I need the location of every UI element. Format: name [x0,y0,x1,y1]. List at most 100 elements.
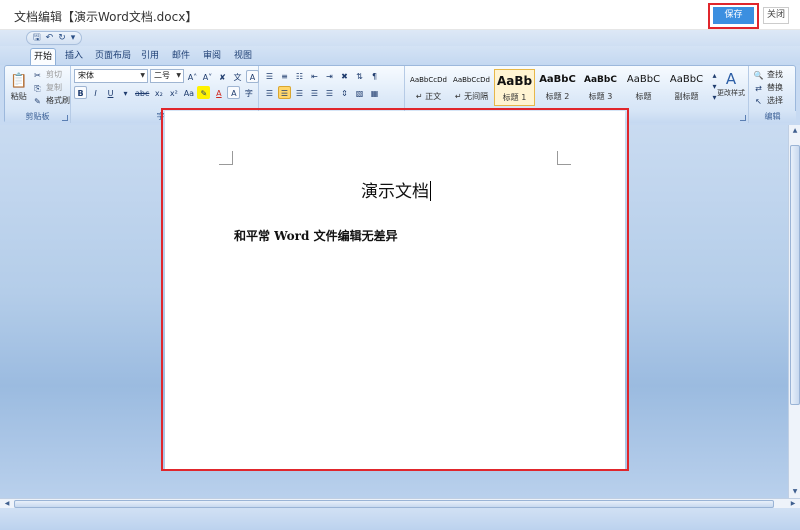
format-painter-label: 格式刷 [46,96,70,105]
chevron-down-icon[interactable]: ▼ [790,487,800,497]
save-icon[interactable]: 🖫 [33,32,41,44]
close-button[interactable]: 关闭 [763,7,789,24]
tab-page-layout[interactable]: 页面布局 [92,48,134,65]
binoculars-icon: 🔍 [753,71,764,80]
decrease-indent-icon[interactable]: ⇤ [308,69,321,82]
clear-formatting-icon[interactable]: ✘ [216,70,229,83]
style-sample: AaBbCcDd [410,76,447,84]
show-marks-icon[interactable]: ¶ [368,69,381,82]
vertical-scroll-thumb[interactable] [790,145,800,405]
font-size-select[interactable]: 二号 ▼ [150,69,184,83]
dialog-header: 文档编辑【演示Word文档.docx】 保存 关闭 [0,0,800,30]
dialog-launcher-icon[interactable] [740,115,746,121]
style-sample: AaBbC [584,75,617,85]
horizontal-scrollbar[interactable]: ◀ ▶ [0,498,800,508]
style-name: 标题 3 [588,92,613,101]
character-shading-icon[interactable]: A [227,86,241,99]
replace-icon: ⇄ [755,84,762,93]
style-heading-2[interactable]: AaBbC 标题 2 [537,69,578,106]
clipboard-group-label: 剪贴板 [5,111,70,123]
align-center-icon[interactable]: ☰ [278,86,291,99]
chevron-up-icon[interactable]: ▲ [790,126,800,136]
chinese-layout-icon[interactable]: ✖ [338,69,351,82]
cut-button[interactable]: ✂ 剪切 [31,68,62,81]
style-heading-1[interactable]: AaBb 标题 1 [494,69,535,106]
status-bar [0,508,800,530]
style-heading-3[interactable]: AaBbC 标题 3 [580,69,621,106]
distributed-icon[interactable]: ☰ [323,86,336,99]
document-title[interactable]: 演示文档 [165,177,625,202]
superscript-icon[interactable]: x² [167,86,180,99]
redo-icon[interactable]: ↻ [58,32,66,44]
clipboard-group: 📋 粘贴 ✂ 剪切 ⎘ 复制 ✎ 格式刷 剪贴板 [5,66,71,123]
phonetic-guide-icon[interactable]: 文 [231,70,244,83]
numbering-icon[interactable]: ≡ [278,69,291,82]
style-name: ↵ 无间隔 [454,92,489,101]
ribbon-tabs: 开始 插入 页面布局 引用 邮件 审阅 视图 [0,46,800,65]
format-painter-button[interactable]: ✎ 格式刷 [31,94,70,107]
change-styles-button[interactable]: A 更改样式 [717,68,745,98]
increase-indent-icon[interactable]: ⇥ [323,69,336,82]
style-subtitle[interactable]: AaBbC 副标题 [666,69,707,106]
horizontal-scroll-thumb[interactable] [14,500,774,508]
align-right-icon[interactable]: ☰ [293,86,306,99]
style-sample: AaBb [496,74,533,88]
tab-review[interactable]: 审阅 [199,48,225,65]
paste-icon: 📋 [10,73,28,89]
vertical-scrollbar[interactable]: ▲ ▼ [788,125,800,498]
replace-label: 替换 [767,83,783,92]
select-button[interactable]: ↖ 选择 [752,94,783,107]
undo-icon[interactable]: ↶ [46,32,54,44]
underline-icon[interactable]: U [104,86,117,99]
shading-icon[interactable]: ▧ [353,86,366,99]
change-styles-label: 更改样式 [717,89,745,97]
style-no-spacing[interactable]: AaBbCcDd ↵ 无间隔 [451,69,492,106]
copy-button[interactable]: ⎘ 复制 [31,81,62,94]
style-normal[interactable]: AaBbCcDd ↵ 正文 [408,69,449,106]
document-body-text[interactable]: 和平常 Word 文件编辑无差异 [234,227,398,244]
style-sample: AaBbCcDd [453,76,490,84]
justify-icon[interactable]: ☰ [308,86,321,99]
strikethrough-icon[interactable]: abc [134,86,150,99]
find-button[interactable]: 🔍 查找 [752,68,783,81]
editing-group: 🔍 查找 ⇄ 替换 ↖ 选择 编辑 [749,66,796,123]
change-case-icon[interactable]: Aa [182,86,195,99]
tab-references[interactable]: 引用 [137,48,163,65]
shrink-font-icon[interactable]: A˅ [201,70,214,83]
save-button[interactable]: 保存 [713,7,754,24]
tab-view[interactable]: 视图 [230,48,256,65]
style-title[interactable]: AaBbC 标题 [623,69,664,106]
copy-icon: ⎘ [34,84,41,93]
quick-access-toolbar: 🖫 ↶ ↻ ▾ [0,30,800,46]
multilevel-list-icon[interactable]: ☷ [293,69,306,82]
cut-label: 剪切 [46,70,62,79]
font-color-icon[interactable]: A [212,86,225,99]
bullets-icon[interactable]: ☰ [263,69,276,82]
document-page[interactable]: 演示文档 和平常 Word 文件编辑无差异 [165,111,625,469]
align-left-icon[interactable]: ☰ [263,86,276,99]
character-border-icon[interactable]: A [246,69,259,83]
style-sample: AaBbC [669,74,704,85]
sort-icon[interactable]: ⇅ [353,69,366,82]
replace-button[interactable]: ⇄ 替换 [752,81,783,94]
subscript-icon[interactable]: x₂ [152,86,165,99]
font-name-select[interactable]: 宋体 ▼ [74,69,148,83]
enclose-characters-icon[interactable]: 字 [242,86,255,99]
text-cursor [430,181,431,201]
italic-icon[interactable]: I [89,86,102,99]
grow-font-icon[interactable]: A˄ [186,70,199,83]
customize-icon[interactable]: ▾ [71,32,76,44]
dialog-launcher-icon[interactable] [62,115,68,121]
line-spacing-icon[interactable]: ⇕ [338,86,351,99]
tab-insert[interactable]: 插入 [61,48,87,65]
chevron-down-icon[interactable]: ▾ [119,86,132,99]
chevron-down-icon: ▼ [140,72,145,79]
paste-button[interactable]: 📋 粘贴 [9,70,28,102]
paste-label: 粘贴 [10,92,27,101]
tab-mailings[interactable]: 邮件 [168,48,194,65]
style-name: 标题 1 [502,93,527,102]
highlight-icon[interactable]: ✎ [197,86,211,99]
borders-icon[interactable]: ▦ [368,86,381,99]
tab-home[interactable]: 开始 [30,48,56,65]
bold-icon[interactable]: B [74,86,87,99]
